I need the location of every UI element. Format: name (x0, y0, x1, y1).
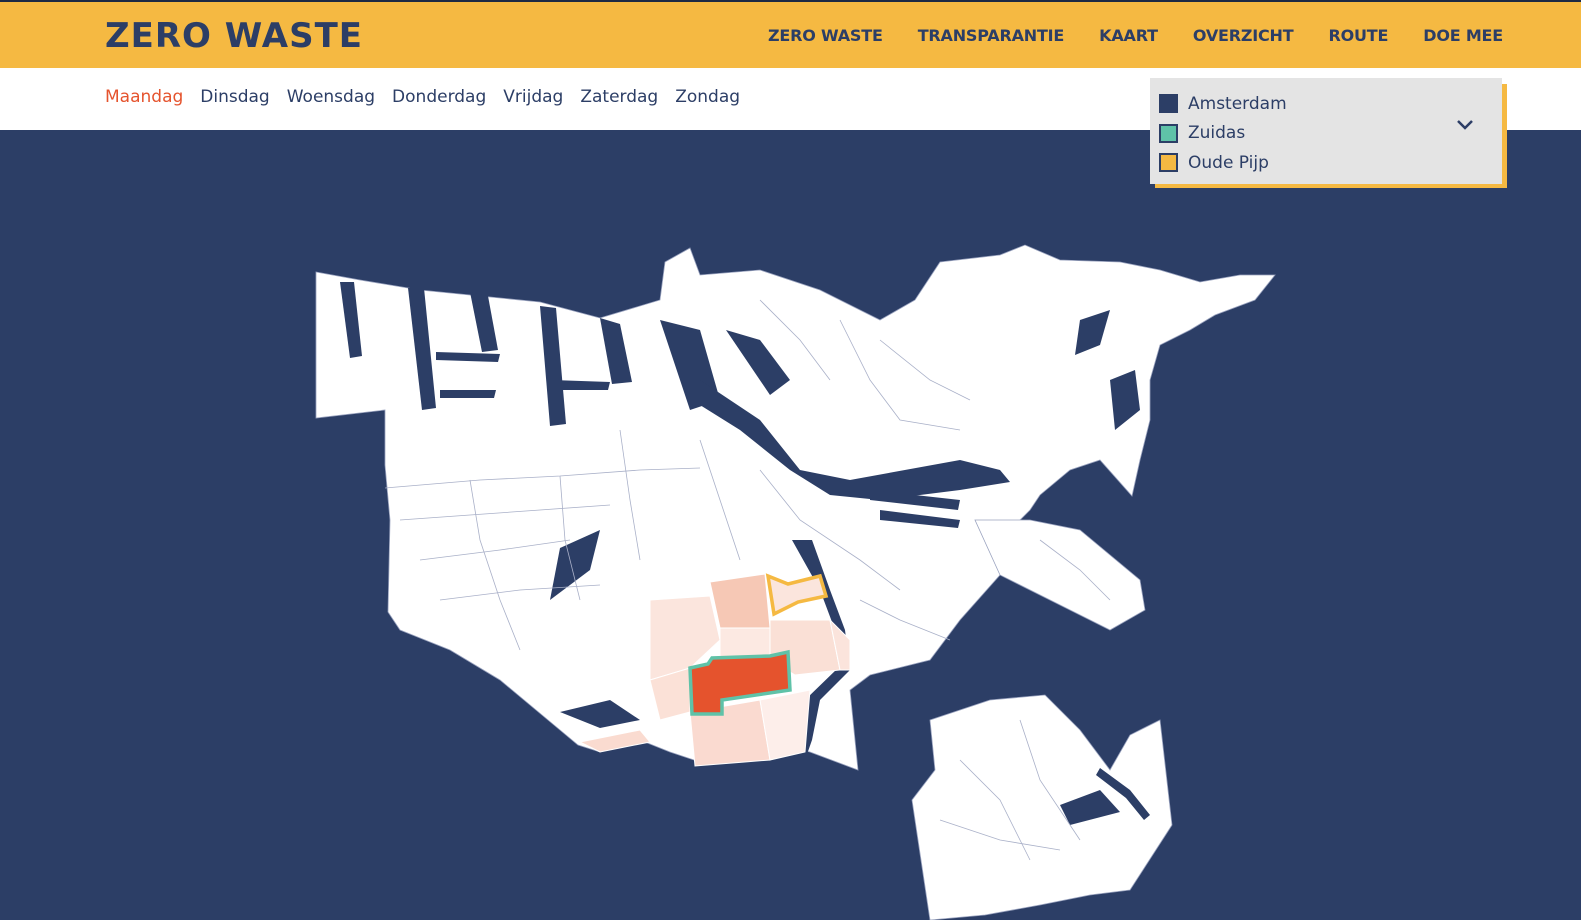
tab-maandag[interactable]: Maandag (105, 87, 183, 107)
nav-transparantie[interactable]: TRANSPARANTIE (918, 26, 1065, 45)
nav-route[interactable]: ROUTE (1328, 26, 1388, 45)
tab-vrijdag[interactable]: Vrijdag (503, 87, 563, 107)
nav-kaart[interactable]: KAART (1099, 26, 1158, 45)
day-tabs: Maandag Dinsdag Woensdag Donderdag Vrijd… (105, 87, 740, 107)
nav-doe-mee[interactable]: DOE MEE (1423, 26, 1503, 45)
top-navigation-bar: ZERO WASTE ZERO WASTE TRANSPARANTIE KAAR… (0, 0, 1581, 68)
tab-zondag[interactable]: Zondag (675, 87, 740, 107)
tab-donderdag[interactable]: Donderdag (392, 87, 486, 107)
amsterdam-map (315, 244, 1276, 920)
nav-overzicht[interactable]: OVERZICHT (1193, 26, 1294, 45)
nav-zero-waste[interactable]: ZERO WASTE (768, 26, 883, 45)
legend-swatch-amsterdam (1159, 94, 1178, 114)
main-nav: ZERO WASTE TRANSPARANTIE KAART OVERZICHT… (768, 26, 1503, 45)
legend-item-amsterdam[interactable]: Amsterdam (1159, 89, 1502, 119)
district-shade-2[interactable] (709, 573, 771, 629)
site-logo[interactable]: ZERO WASTE (105, 16, 363, 56)
tab-dinsdag[interactable]: Dinsdag (200, 87, 269, 107)
legend-label: Amsterdam (1188, 93, 1287, 114)
tab-zaterdag[interactable]: Zaterdag (580, 87, 658, 107)
tab-woensdag[interactable]: Woensdag (287, 87, 375, 107)
